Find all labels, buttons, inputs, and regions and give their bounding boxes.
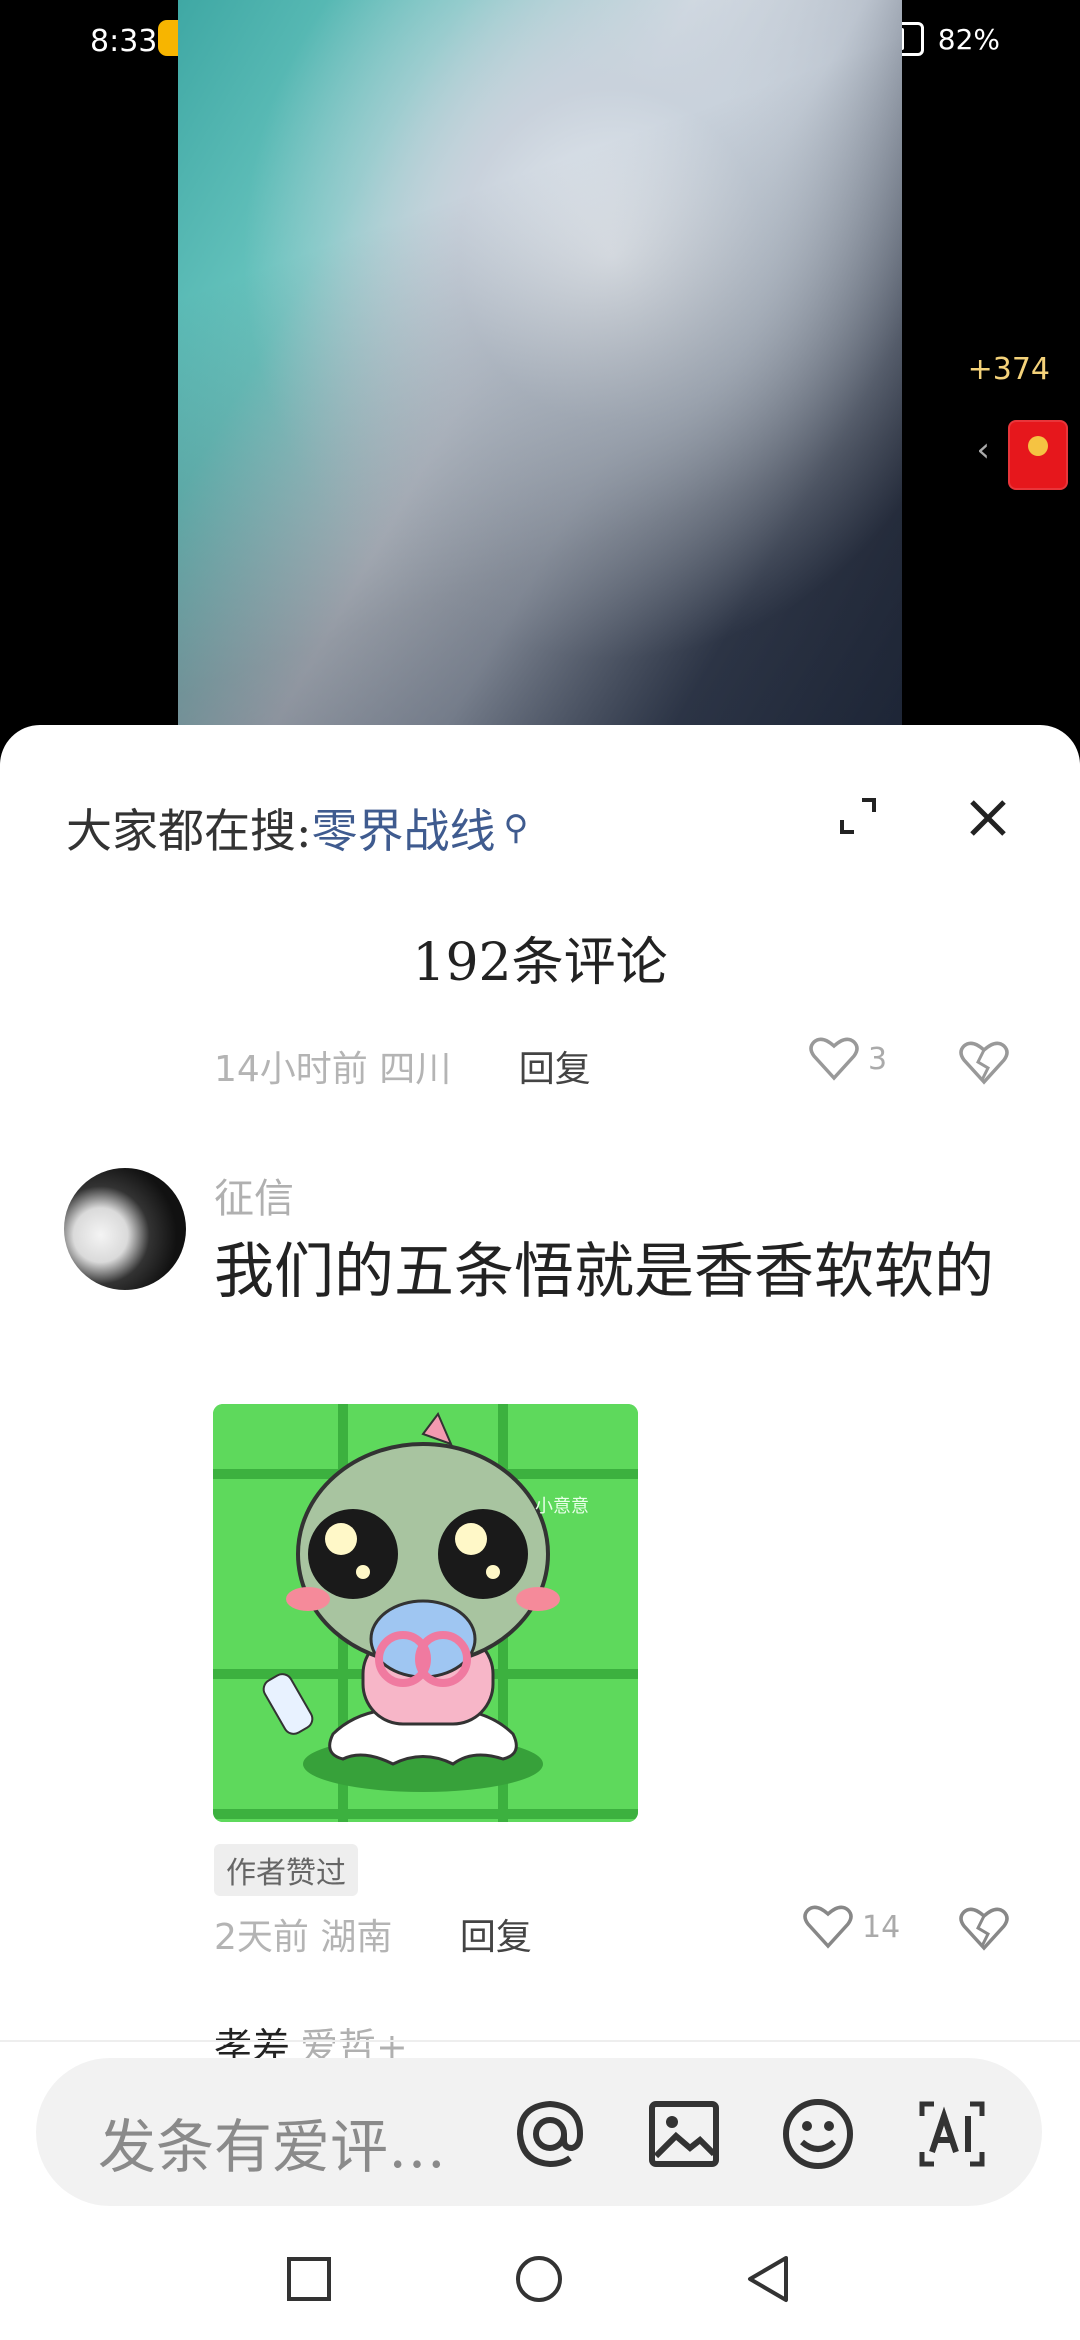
comment-time: 2天前 湖南 [214,1917,393,1958]
divider [0,2040,1080,2042]
emoji-icon[interactable] [780,2096,856,2172]
prev-comment-meta: 14小时前 四川 回复 [214,1040,591,1092]
comment-count-title: 192条评论 [412,933,668,993]
at-icon[interactable] [512,2096,588,2172]
video-frame[interactable] [178,0,902,730]
trending-search-keyword[interactable]: 零界战线 [312,795,496,861]
reply-button[interactable]: 回复 [460,1917,532,1958]
avatar[interactable] [64,1168,186,1290]
trending-search-prefix: 大家都在搜: [66,804,312,858]
like-button[interactable]: 14 [802,1904,900,1950]
comment-sticker-image[interactable]: 小意意 [213,1404,638,1822]
expand-icon[interactable] [838,796,878,836]
search-icon: ⚲ [503,808,529,848]
prev-like-button[interactable]: 3 [808,1036,887,1082]
ai-icon[interactable] [914,2096,990,2172]
broken-heart-icon[interactable] [958,1906,1010,1952]
clock: 8:33 [90,24,158,59]
image-icon[interactable] [646,2096,722,2172]
sticker-watermark: 小意意 [535,1496,589,1517]
broken-heart-icon[interactable] [958,1040,1010,1086]
reward-count: +374 [967,352,1050,387]
like-count: 14 [862,1909,901,1945]
author-liked-badge: 作者赞过 [214,1844,358,1896]
trending-search[interactable]: 大家都在搜: 零界战线 ⚲ [66,795,528,861]
heart-icon [803,1905,853,1949]
recent-apps-icon[interactable] [284,2254,334,2304]
red-packet-icon[interactable] [1008,420,1068,490]
prev-reply-button[interactable]: 回复 [519,1049,591,1090]
prev-like-count: 3 [868,1041,888,1077]
close-icon[interactable] [966,796,1010,840]
battery-level: 82% [937,22,1000,56]
heart-icon [809,1037,859,1081]
back-icon[interactable] [744,2254,794,2304]
home-icon[interactable] [514,2254,564,2304]
prev-comment-time: 14小时前 四川 [214,1049,452,1090]
comment-author[interactable]: 征信 [214,1166,294,1224]
comment-input[interactable]: 发条有爱评… [98,2100,446,2184]
comment-meta: 2天前 湖南 回复 [214,1908,532,1960]
chevron-left-icon[interactable]: ‹ [976,430,990,470]
comment-text: 我们的五条悟就是香香软软的 [214,1237,994,1307]
